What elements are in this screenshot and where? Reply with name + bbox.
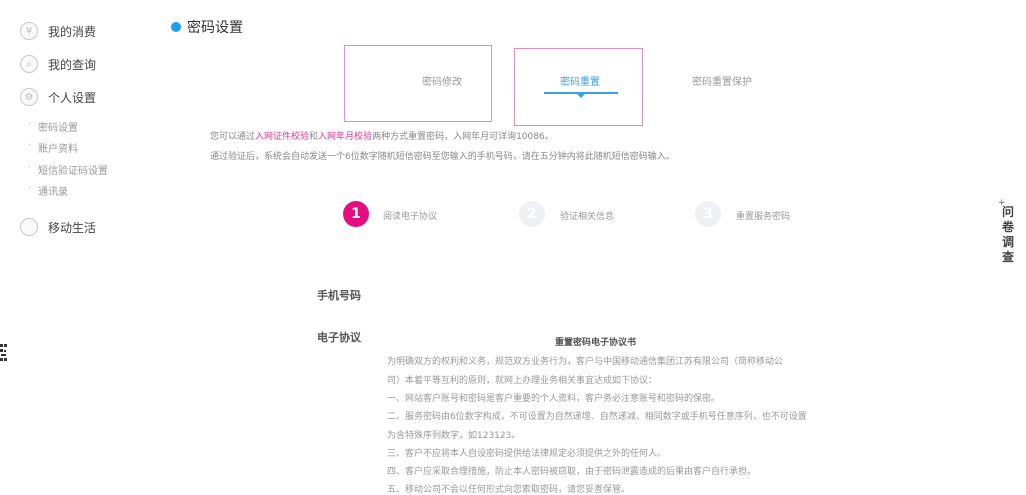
note-text: 您可以通过 [210, 132, 256, 142]
tab-password-change[interactable] [344, 45, 492, 122]
step-2-circle: 2 [519, 201, 545, 227]
sidebar-subitem-account[interactable]: 账户资料 [28, 140, 78, 155]
qr-code-icon[interactable] [0, 344, 7, 362]
id-verify-link[interactable]: 入网证件校验 [255, 132, 309, 142]
step-3-label: 重置服务密码 [736, 212, 791, 222]
agreement-line: 二、服务密码由6位数字构成，不可设置为自然递增、自然递减、相同数字或手机号任意序… [387, 412, 807, 422]
agreement-line: 四、客户应采取合理措施，防止本人密码被窃取，由于密码泄露造成的后果由客户自行承担… [387, 467, 757, 477]
survey-float-button[interactable]: 问卷调查 [1000, 205, 1016, 265]
sidebar-item-label: 我的查询 [48, 57, 97, 72]
tab-label-password-change[interactable]: 密码修改 [422, 73, 462, 88]
note-text: 两种方式重置密码，入网年月可详询10086。 [372, 132, 554, 142]
bullet-dot-icon [171, 22, 181, 32]
tab-label-password-reset[interactable]: 密码重置 [560, 73, 600, 88]
step-3-circle: 3 [695, 201, 721, 227]
sidebar-item-label: 移动生活 [48, 220, 97, 235]
sidebar-item-mobile-life[interactable]: 移动生活 [20, 218, 96, 236]
search-icon: ⌕ [20, 55, 38, 73]
agreement-line: 一、网站客户账号和密码是客户重要的个人资料，客户务必注意账号和密码的保密。 [387, 394, 721, 404]
page-header: 密码设置 [171, 17, 243, 37]
agreement-line: 司）本着平等互利的原则，就网上办理业务相关事宜达成如下协议： [387, 376, 658, 386]
wallet-icon: ¥ [20, 22, 38, 40]
step-1-label: 阅读电子协议 [383, 212, 438, 222]
join-date-verify-link[interactable]: 入网年月校验 [318, 132, 372, 142]
agreement-line: 为含特殊序列数字，如123123。 [387, 431, 521, 441]
sidebar-subitem-contacts[interactable]: 通讯录 [28, 183, 68, 198]
sidebar-subitem-password[interactable]: 密码设置 [28, 119, 78, 134]
step-1-circle: 1 [343, 201, 369, 227]
reset-methods-note: 您可以通过入网证件校验和入网年月校验两种方式重置密码，入网年月可详询10086。 [210, 129, 554, 142]
phone-number-label: 手机号码 [317, 289, 361, 302]
agreement-title: 重置密码电子协议书 [555, 338, 637, 348]
sidebar-item-label: 我的消费 [48, 24, 97, 39]
agreement-line: 三、客户不应将本人自设密码提供给法律规定必须提供之外的任何人。 [387, 449, 667, 459]
agreement-line: 为明确双方的权利和义务，规范双方业务行为，客户与中国移动通信集团江苏有限公司（简… [387, 357, 784, 367]
tab-label-password-reset-protect[interactable]: 密码重置保护 [692, 73, 752, 88]
agreement-line: 五、移动公司不会以任何形式向您索取密码，请您妥善保管。 [387, 485, 631, 495]
sms-note: 通过验证后，系统会自动发送一个6位数字随机短信密码至您输入的手机号码，请在五分钟… [210, 152, 675, 162]
sidebar-item-query[interactable]: ⌕ 我的查询 [20, 55, 96, 73]
agreement-label: 电子协议 [317, 331, 361, 344]
page-title: 密码设置 [187, 20, 243, 36]
step-2-label: 验证相关信息 [560, 212, 615, 222]
life-icon [20, 218, 38, 236]
sidebar-subitem-sms-code[interactable]: 短信验证码设置 [28, 162, 108, 177]
sidebar-item-consumption[interactable]: ¥ 我的消费 [20, 22, 96, 40]
sidebar-item-label: 个人设置 [48, 90, 97, 105]
caret-down-icon [577, 94, 585, 98]
settings-icon: ⚙ [20, 88, 38, 106]
sidebar-item-personal-settings[interactable]: ⚙ 个人设置 [20, 88, 96, 106]
note-text: 和 [309, 132, 319, 142]
